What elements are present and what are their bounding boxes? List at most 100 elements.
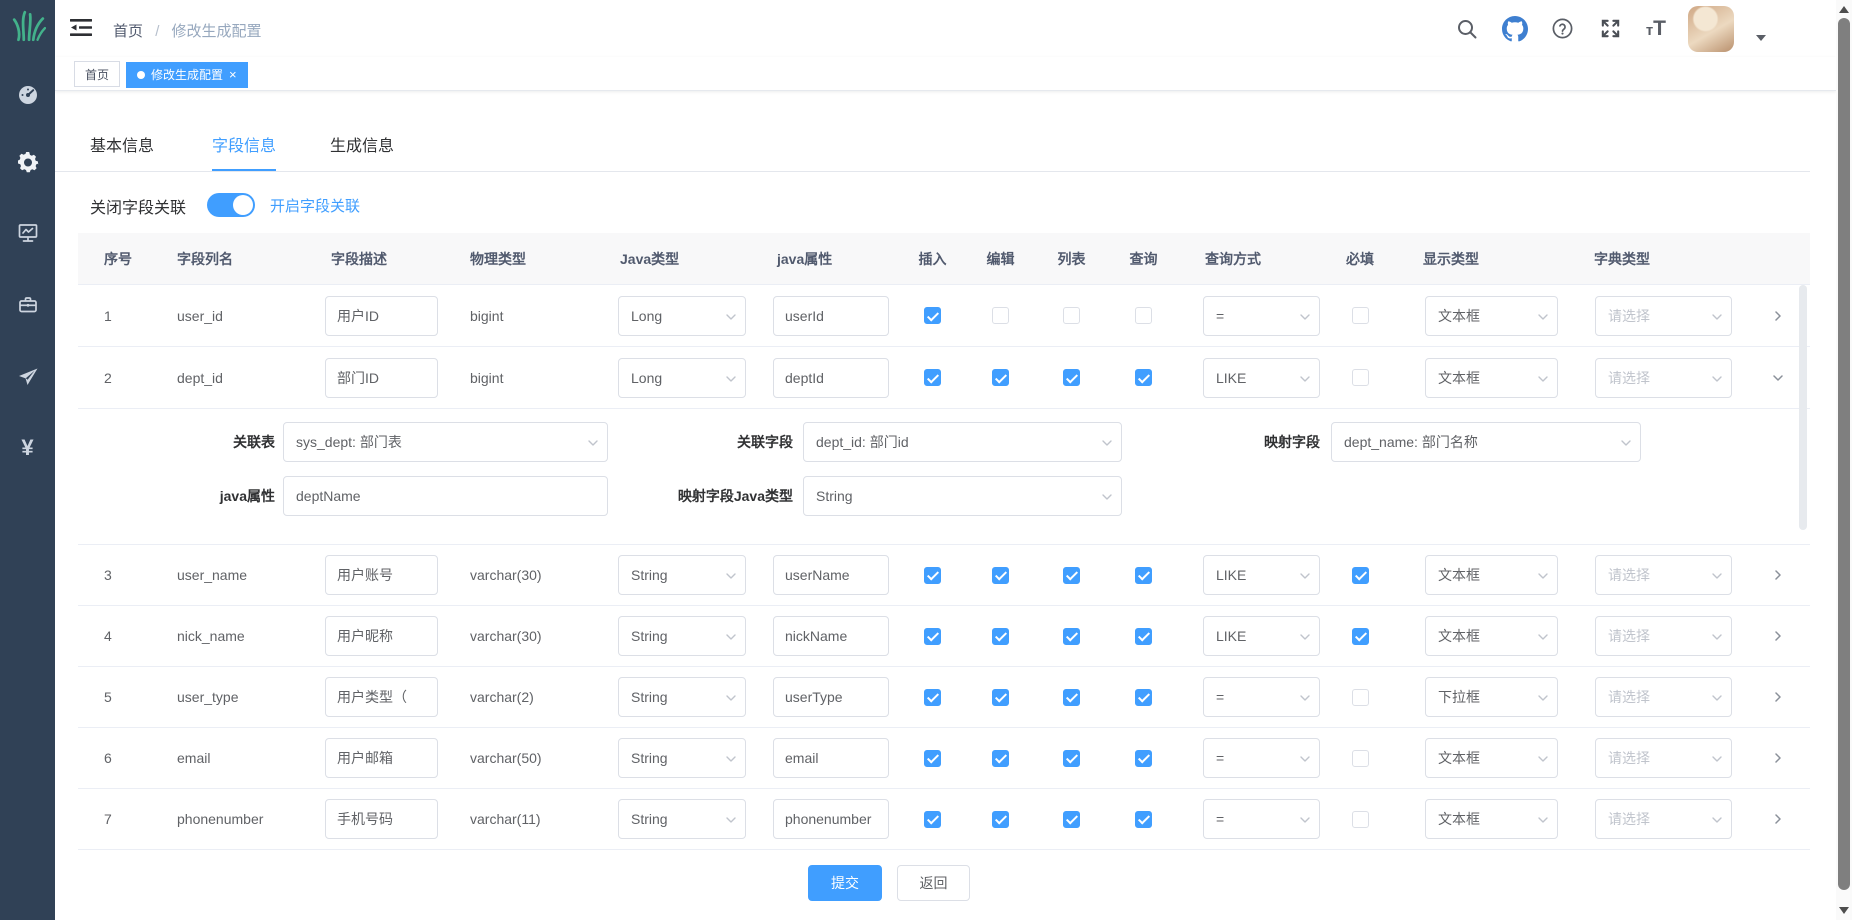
edit-checkbox[interactable] [992, 628, 1009, 645]
insert-checkbox[interactable] [924, 369, 941, 386]
list-checkbox[interactable] [1063, 689, 1080, 706]
dict-type-select[interactable]: 请选择 [1595, 677, 1732, 717]
insert-checkbox[interactable] [924, 628, 941, 645]
description-input[interactable] [325, 296, 438, 336]
query-method-select[interactable]: = [1203, 677, 1320, 717]
java-property-input[interactable] [773, 738, 889, 778]
java-property-input[interactable] [773, 555, 889, 595]
java-property-input[interactable] [773, 799, 889, 839]
question-icon[interactable] [1550, 16, 1576, 42]
java-type-select[interactable]: String [618, 738, 746, 778]
java-type-select[interactable]: Long [618, 358, 746, 398]
dict-type-select[interactable]: 请选择 [1595, 738, 1732, 778]
display-type-select[interactable]: 文本框 [1425, 799, 1558, 839]
expand-row-icon[interactable] [1745, 789, 1810, 849]
java-property-input[interactable] [773, 358, 889, 398]
query-checkbox[interactable] [1135, 567, 1152, 584]
java-property-input[interactable] [773, 616, 889, 656]
insert-checkbox[interactable] [924, 750, 941, 767]
expand-row-icon[interactable] [1745, 545, 1810, 605]
list-checkbox[interactable] [1063, 811, 1080, 828]
required-checkbox[interactable] [1352, 811, 1369, 828]
relation-field-select[interactable]: dept_id: 部门id [803, 422, 1122, 462]
dict-type-select[interactable]: 请选择 [1595, 358, 1732, 398]
java-type-select[interactable]: String [618, 799, 746, 839]
close-tab-icon[interactable]: × [229, 68, 237, 81]
collapse-sidebar-icon[interactable] [70, 18, 92, 38]
relation-toggle-switch[interactable] [207, 193, 255, 217]
scrollbar-down-arrow[interactable] [1839, 907, 1849, 914]
display-type-select[interactable]: 文本框 [1425, 555, 1558, 595]
description-input[interactable] [325, 358, 438, 398]
panel-java-property-input[interactable] [283, 476, 608, 516]
font-size-icon[interactable]: тT [1646, 17, 1666, 41]
description-input[interactable] [325, 677, 438, 717]
description-input[interactable] [325, 616, 438, 656]
required-checkbox[interactable] [1352, 689, 1369, 706]
required-checkbox[interactable] [1352, 628, 1369, 645]
query-checkbox[interactable] [1135, 689, 1152, 706]
insert-checkbox[interactable] [924, 689, 941, 706]
list-checkbox[interactable] [1063, 567, 1080, 584]
description-input[interactable] [325, 738, 438, 778]
query-checkbox[interactable] [1135, 750, 1152, 767]
description-input[interactable] [325, 555, 438, 595]
expand-row-icon[interactable] [1745, 667, 1810, 727]
expand-row-icon[interactable] [1745, 728, 1810, 788]
query-method-select[interactable]: = [1203, 738, 1320, 778]
dict-type-select[interactable]: 请选择 [1595, 296, 1732, 336]
list-checkbox[interactable] [1063, 628, 1080, 645]
github-icon[interactable] [1502, 16, 1528, 42]
insert-checkbox[interactable] [924, 307, 941, 324]
java-property-input[interactable] [773, 677, 889, 717]
sidebar-item-tool[interactable] [0, 283, 55, 327]
java-type-select[interactable]: String [618, 555, 746, 595]
insert-checkbox[interactable] [924, 811, 941, 828]
query-checkbox[interactable] [1135, 811, 1152, 828]
user-avatar[interactable] [1688, 6, 1734, 52]
edit-checkbox[interactable] [992, 369, 1009, 386]
expand-row-icon[interactable] [1745, 606, 1810, 666]
required-checkbox[interactable] [1352, 369, 1369, 386]
query-method-select[interactable]: LIKE [1203, 358, 1320, 398]
edit-checkbox[interactable] [992, 750, 1009, 767]
sidebar-item-monitor[interactable] [0, 211, 55, 255]
breadcrumb-home[interactable]: 首页 [113, 23, 143, 40]
query-checkbox[interactable] [1135, 307, 1152, 324]
query-checkbox[interactable] [1135, 628, 1152, 645]
edit-checkbox[interactable] [992, 307, 1009, 324]
java-type-select[interactable]: String [618, 616, 746, 656]
display-type-select[interactable]: 文本框 [1425, 358, 1558, 398]
list-checkbox[interactable] [1063, 750, 1080, 767]
query-checkbox[interactable] [1135, 369, 1152, 386]
sidebar-item-system[interactable] [0, 140, 55, 184]
submit-button[interactable]: 提交 [808, 865, 882, 901]
sidebar-item-dashboard[interactable] [0, 73, 55, 117]
display-type-select[interactable]: 文本框 [1425, 738, 1558, 778]
table-scrollbar-thumb[interactable] [1799, 285, 1807, 530]
java-type-select[interactable]: String [618, 677, 746, 717]
search-icon[interactable] [1454, 16, 1480, 42]
tab-tag-current[interactable]: 修改生成配置× [126, 62, 248, 88]
query-method-select[interactable]: LIKE [1203, 555, 1320, 595]
relation-table-select[interactable]: sys_dept: 部门表 [283, 422, 608, 462]
java-property-input[interactable] [773, 296, 889, 336]
query-method-select[interactable]: = [1203, 799, 1320, 839]
app-logo[interactable] [0, 6, 55, 50]
page-scrollbar-thumb[interactable] [1838, 18, 1850, 890]
insert-checkbox[interactable] [924, 567, 941, 584]
dict-type-select[interactable]: 请选择 [1595, 799, 1732, 839]
dict-type-select[interactable]: 请选择 [1595, 616, 1732, 656]
edit-checkbox[interactable] [992, 811, 1009, 828]
list-checkbox[interactable] [1063, 307, 1080, 324]
sidebar-item-task[interactable] [0, 355, 55, 399]
display-type-select[interactable]: 文本框 [1425, 616, 1558, 656]
tab-basic-info[interactable]: 基本信息 [90, 130, 154, 171]
tab-field-info[interactable]: 字段信息 [212, 130, 276, 171]
mapping-field-select[interactable]: dept_name: 部门名称 [1331, 422, 1641, 462]
avatar-caret-down-icon[interactable] [1756, 35, 1766, 41]
scrollbar-up-arrow[interactable] [1839, 6, 1849, 13]
sidebar-item-finance[interactable]: ¥ [0, 426, 55, 470]
mapping-java-type-select[interactable]: String [803, 476, 1122, 516]
required-checkbox[interactable] [1352, 750, 1369, 767]
